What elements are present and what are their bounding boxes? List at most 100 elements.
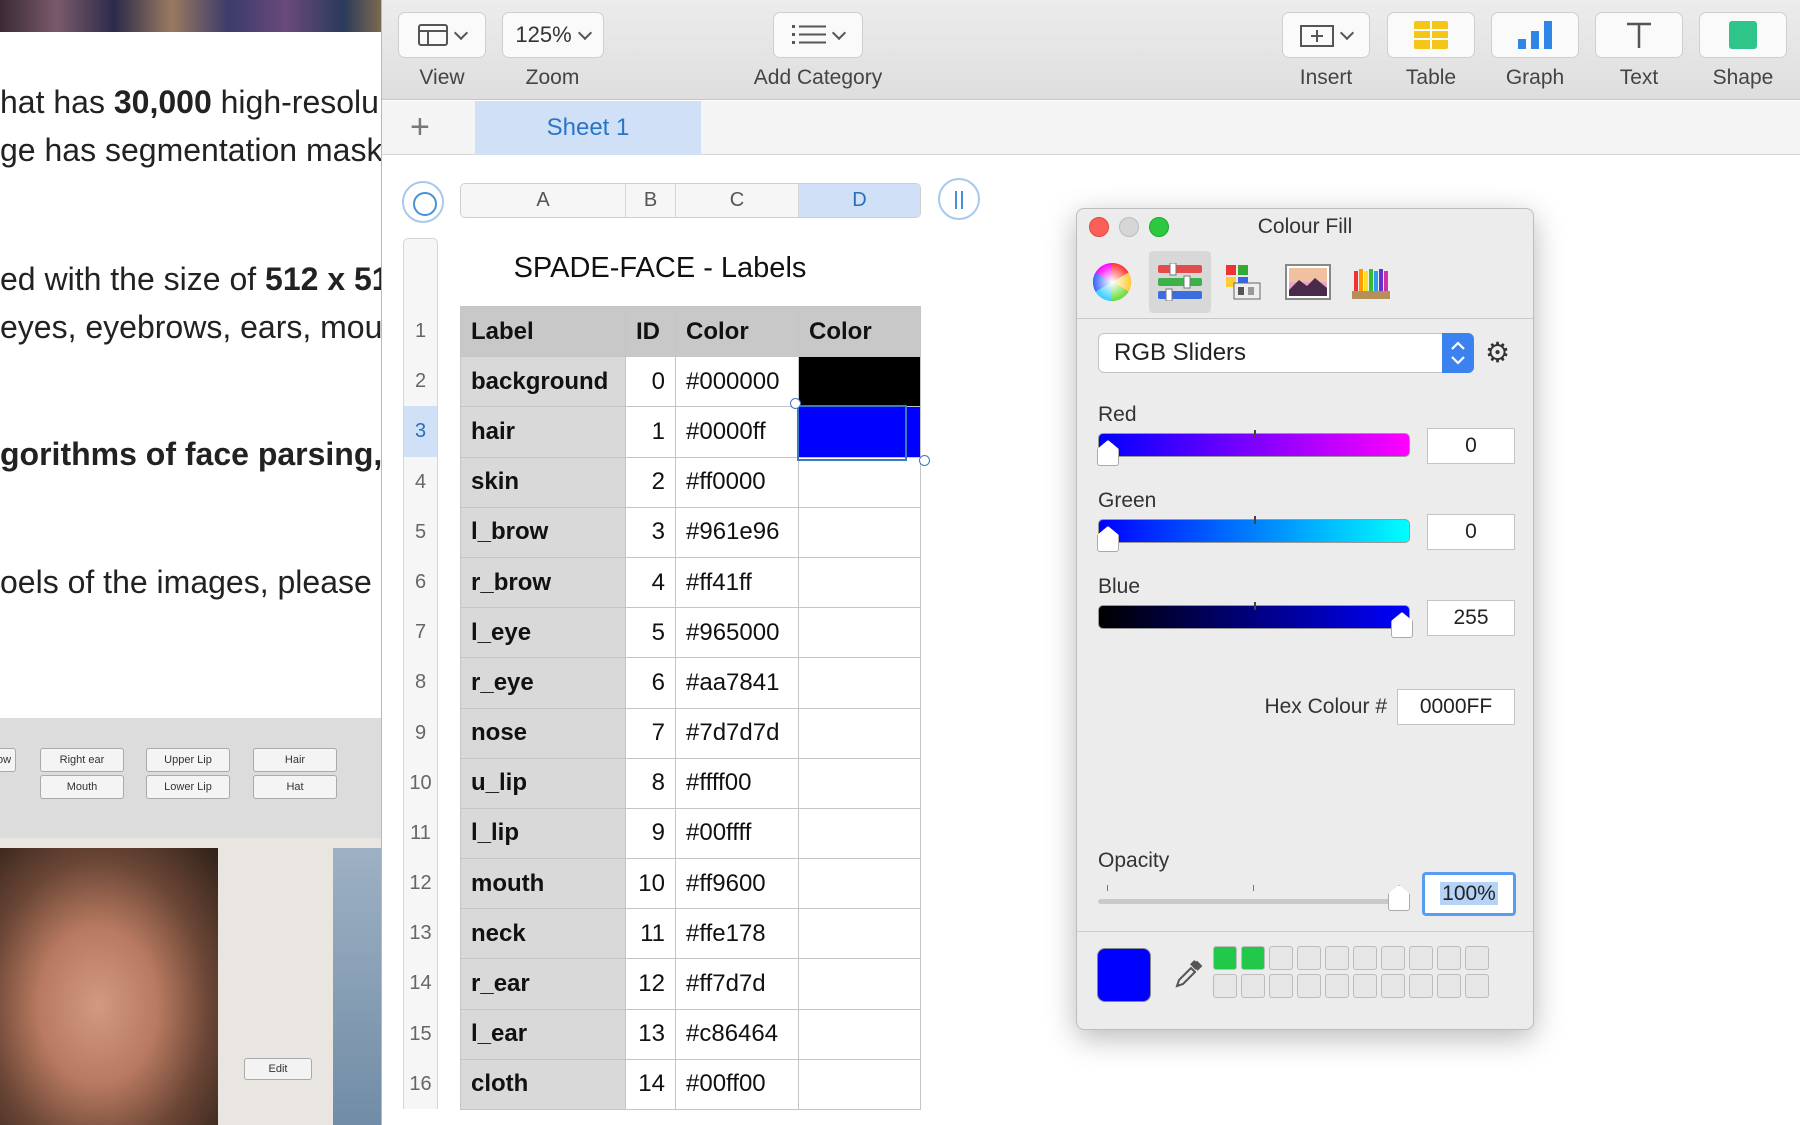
id-cell[interactable]: 3: [625, 506, 676, 558]
table-button[interactable]: [1387, 12, 1475, 58]
header-cell-color-fill[interactable]: Color: [798, 305, 921, 358]
label-cell[interactable]: background: [460, 356, 626, 408]
green-value-field[interactable]: 0: [1427, 514, 1515, 550]
text-button[interactable]: [1595, 12, 1683, 58]
row-header-10[interactable]: 10: [403, 757, 438, 808]
color-fill-cell[interactable]: [798, 506, 921, 558]
saved-swatch[interactable]: [1381, 946, 1405, 970]
saved-swatch[interactable]: [1297, 974, 1321, 998]
label-cell[interactable]: hair: [460, 406, 626, 458]
color-code-cell[interactable]: #c86464: [675, 1008, 799, 1060]
opacity-slider-knob[interactable]: [1388, 885, 1410, 911]
id-cell[interactable]: 13: [625, 1008, 676, 1060]
selection-handle[interactable]: [790, 398, 801, 409]
id-cell[interactable]: 1: [625, 406, 676, 458]
color-code-cell[interactable]: #0000ff: [675, 406, 799, 458]
color-code-cell[interactable]: #ff0000: [675, 456, 799, 508]
row-header-9[interactable]: 9: [403, 707, 438, 758]
color-fill-cell[interactable]: [798, 757, 921, 809]
id-cell[interactable]: 4: [625, 556, 676, 609]
label-cell[interactable]: mouth: [460, 858, 626, 910]
saved-swatch[interactable]: [1269, 974, 1293, 998]
opacity-slider[interactable]: [1098, 885, 1410, 911]
color-fill-cell[interactable]: [798, 858, 921, 910]
label-cell[interactable]: l_brow: [460, 506, 626, 558]
graph-button[interactable]: [1491, 12, 1579, 58]
label-cell[interactable]: l_ear: [460, 1008, 626, 1060]
row-header-5[interactable]: 5: [403, 506, 438, 557]
label-cell[interactable]: neck: [460, 908, 626, 960]
label-cell[interactable]: r_eye: [460, 657, 626, 709]
row-header-1[interactable]: 1: [403, 306, 438, 357]
image-palettes-tab[interactable]: [1277, 251, 1339, 313]
zoom-button[interactable]: 125%: [501, 12, 604, 58]
id-cell[interactable]: 9: [625, 807, 676, 860]
label-cell[interactable]: cloth: [460, 1058, 626, 1111]
header-cell-color[interactable]: Color: [675, 305, 799, 358]
select-table-handle[interactable]: [402, 181, 444, 223]
saved-swatch[interactable]: [1213, 974, 1237, 998]
eyedropper-icon[interactable]: [1173, 958, 1205, 990]
row-header-13[interactable]: 13: [403, 908, 438, 959]
freeze-columns-handle[interactable]: [938, 178, 980, 220]
shape-button[interactable]: [1699, 12, 1787, 58]
color-fill-cell[interactable]: [798, 456, 921, 508]
row-header-8[interactable]: 8: [403, 657, 438, 708]
column-header-b[interactable]: B: [626, 184, 676, 217]
color-code-cell[interactable]: #ff41ff: [675, 556, 799, 609]
label-cell[interactable]: u_lip: [460, 757, 626, 809]
color-code-cell[interactable]: #965000: [675, 607, 799, 659]
color-code-cell[interactable]: #000000: [675, 356, 799, 408]
red-slider-knob[interactable]: [1097, 440, 1119, 466]
view-button[interactable]: [398, 12, 486, 58]
color-code-cell[interactable]: #aa7841: [675, 657, 799, 709]
id-cell[interactable]: 6: [625, 657, 676, 709]
column-header-a[interactable]: A: [461, 184, 626, 217]
id-cell[interactable]: 14: [625, 1058, 676, 1111]
colour-wheel-tab[interactable]: [1081, 251, 1143, 313]
row-header-15[interactable]: 15: [403, 1008, 438, 1059]
color-code-cell[interactable]: #ff9600: [675, 858, 799, 910]
row-header-11[interactable]: 11: [403, 807, 438, 859]
row-header-4[interactable]: 4: [403, 456, 438, 507]
color-fill-cell[interactable]: [798, 707, 921, 759]
saved-swatch[interactable]: [1465, 974, 1489, 998]
id-cell[interactable]: 2: [625, 456, 676, 508]
crayons-tab[interactable]: [1341, 251, 1403, 313]
tab-sheet-1[interactable]: Sheet 1: [475, 101, 701, 155]
column-header-d[interactable]: D: [799, 184, 920, 217]
id-cell[interactable]: 11: [625, 908, 676, 960]
saved-swatch[interactable]: [1353, 974, 1377, 998]
add-sheet-button[interactable]: +: [410, 110, 430, 144]
gear-icon[interactable]: ⚙: [1485, 337, 1510, 369]
saved-swatch[interactable]: [1437, 974, 1461, 998]
add-category-button[interactable]: [773, 12, 863, 58]
id-cell[interactable]: 7: [625, 707, 676, 759]
saved-swatch[interactable]: [1241, 946, 1265, 970]
id-cell[interactable]: 8: [625, 757, 676, 809]
color-code-cell[interactable]: #7d7d7d: [675, 707, 799, 759]
header-cell-id[interactable]: ID: [625, 305, 676, 358]
color-code-cell[interactable]: #961e96: [675, 506, 799, 558]
id-cell[interactable]: 0: [625, 356, 676, 408]
saved-swatch[interactable]: [1297, 946, 1321, 970]
color-fill-cell[interactable]: [798, 657, 921, 709]
saved-swatch[interactable]: [1465, 946, 1489, 970]
color-fill-cell[interactable]: [798, 1058, 921, 1111]
saved-swatch[interactable]: [1409, 974, 1433, 998]
current-colour-swatch[interactable]: [1097, 948, 1151, 1002]
label-cell[interactable]: l_eye: [460, 607, 626, 659]
blue-slider-knob[interactable]: [1391, 612, 1413, 638]
color-code-cell[interactable]: #ff7d7d: [675, 958, 799, 1010]
color-fill-cell[interactable]: [798, 807, 921, 860]
color-fill-cell[interactable]: [798, 556, 921, 609]
saved-swatch[interactable]: [1269, 946, 1293, 970]
colour-mode-select[interactable]: RGB Sliders: [1098, 333, 1474, 373]
minimize-button[interactable]: [1119, 217, 1139, 237]
row-header-6[interactable]: 6: [403, 556, 438, 608]
row-header-16[interactable]: 16: [403, 1058, 438, 1109]
close-button[interactable]: [1089, 217, 1109, 237]
colour-palettes-tab[interactable]: [1213, 251, 1275, 313]
blue-slider[interactable]: [1098, 602, 1413, 638]
label-cell[interactable]: r_ear: [460, 958, 626, 1010]
